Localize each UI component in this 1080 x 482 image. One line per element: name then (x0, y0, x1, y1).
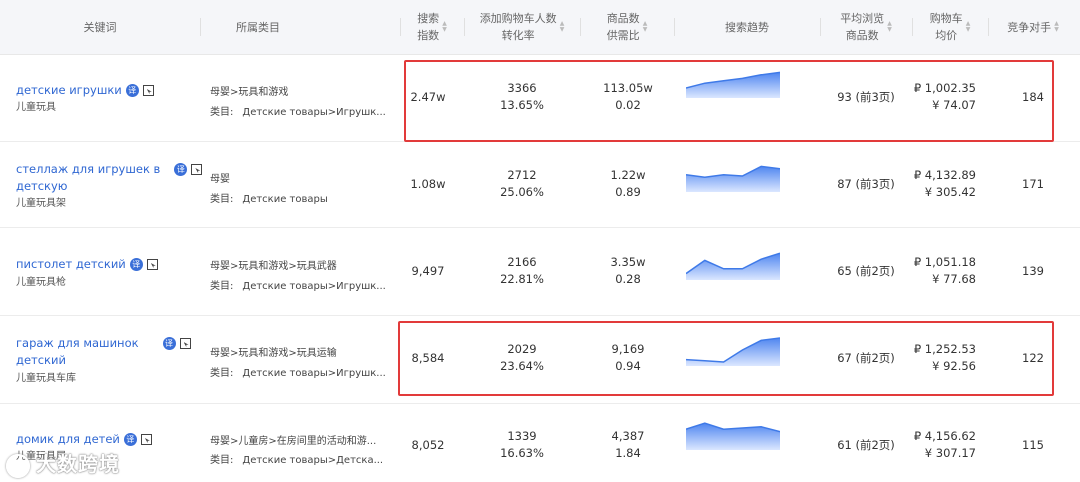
category-russian: 类目: Детские товары>Игрушк... (210, 107, 386, 118)
header-competitors-label: 竞争对手 (1007, 20, 1052, 34)
keyword-link[interactable]: детские игрушки 译 (16, 82, 154, 99)
open-link-icon[interactable] (142, 85, 154, 96)
watermark: 大数跨境 (6, 448, 120, 478)
category-path: 母婴>儿童房>在房间里的活动和游... (210, 436, 377, 447)
header-competitors[interactable]: 竞争对手 ▲ ▼ (988, 0, 1078, 54)
header-category: 所属类目 (200, 0, 316, 54)
search-index-value: 9,497 (411, 264, 445, 278)
search-index-value: 1.08w (410, 177, 446, 191)
sort-icon[interactable]: ▲ ▼ (887, 21, 892, 33)
trend-area (686, 423, 780, 450)
highlight-box (398, 321, 1054, 396)
translate-icon[interactable]: 译 (123, 433, 137, 446)
sort-icon[interactable]: ▲ ▼ (442, 21, 447, 33)
category-russian: 类目: Детские товары>Игрушк... (210, 368, 386, 379)
trend-area (686, 166, 780, 192)
category-path: 母婴>玩具和游戏>玩具武器 (210, 261, 337, 272)
table-header: 关键词 所属类目 搜索 指数 ▲ ▼ 添加购物车人数 转化率 ▲ ▼ 商品数 供需比 ▲ ▼ 搜索… (0, 0, 1080, 55)
cart-price-value: ₽ 4,132.89 ¥ 305.42 (913, 168, 976, 199)
header-trend: 搜索趋势 (674, 0, 820, 54)
header-keyword-label: 关键词 (83, 20, 117, 34)
header-cart-price-label: 购物车 均价 (929, 12, 963, 42)
search-trend-chart (686, 422, 780, 450)
sort-icon[interactable]: ▲ ▼ (1054, 21, 1059, 33)
header-cart-users-label: 添加购物车人数 转化率 (479, 12, 557, 42)
header-keyword: 关键词 (0, 0, 200, 54)
category-russian: 类目: Детские товары>Игрушк... (210, 281, 386, 292)
keyword-translation: 儿童玩具车库 (16, 373, 76, 384)
open-link-icon[interactable] (179, 338, 191, 349)
sort-icon[interactable]: ▲ ▼ (966, 21, 971, 33)
search-trend-chart (686, 252, 780, 280)
category-russian: 类目: Детские товары>Детска... (210, 455, 384, 466)
cart-users-value: 2712 25.06% (500, 168, 544, 199)
header-supply-demand-label: 商品数 供需比 (606, 12, 640, 42)
keyword-link[interactable]: домик для детей 译 (16, 431, 152, 448)
header-supply-demand[interactable]: 商品数 供需比 ▲ ▼ (580, 0, 674, 54)
supply-demand-value: 3.35w 0.28 (610, 255, 646, 286)
keyword-translation: 儿童玩具 (16, 102, 56, 113)
category-path: 母婴 (210, 174, 230, 185)
category-path: 母婴>玩具和游戏>玩具运输 (210, 348, 337, 359)
highlight-box (404, 60, 1054, 142)
search-index-value: 8,052 (411, 438, 445, 452)
avg-browse-value: 61 (前2页) (837, 438, 895, 452)
translate-icon[interactable]: 译 (129, 258, 143, 271)
translate-icon[interactable]: 译 (174, 163, 188, 176)
open-link-icon[interactable] (140, 434, 152, 445)
header-search-index[interactable]: 搜索 指数 ▲ ▼ (400, 0, 464, 54)
cart-price-value: ₽ 4,156.62 ¥ 307.17 (913, 429, 976, 460)
header-search-index-label: 搜索 指数 (417, 12, 440, 42)
header-category-label: 所属类目 (236, 20, 280, 34)
cart-users-value: 1339 16.63% (500, 429, 544, 460)
keyword-link[interactable]: гараж для машинок 译 детский (16, 335, 191, 369)
watermark-logo-icon (6, 453, 30, 478)
open-link-icon[interactable] (146, 259, 158, 270)
keyword-link[interactable]: пистолет детский 译 (16, 256, 158, 273)
avg-browse-value: 65 (前2页) (837, 264, 895, 278)
category-russian: 类目: Детские товары (210, 194, 328, 205)
keyword-link[interactable]: стеллаж для игрушек в 译 детскую (16, 161, 203, 195)
header-cart-users[interactable]: 添加购物车人数 转化率 ▲ ▼ (464, 0, 580, 54)
competitors-value: 115 (1022, 438, 1044, 452)
header-avg-browse-label: 平均浏览 商品数 (840, 12, 885, 42)
competitors-value: 171 (1022, 177, 1044, 191)
cart-users-value: 2166 22.81% (500, 255, 544, 286)
search-trend-chart (686, 165, 780, 192)
open-link-icon[interactable] (191, 164, 203, 175)
supply-demand-value: 1.22w 0.89 (610, 168, 646, 199)
supply-demand-value: 4,387 1.84 (611, 429, 645, 460)
keyword-translation: 儿童玩具架 (16, 198, 66, 209)
header-trend-label: 搜索趋势 (725, 20, 769, 34)
header-avg-browse[interactable]: 平均浏览 商品数 ▲ ▼ (820, 0, 912, 54)
keyword-translation: 儿童玩具枪 (16, 277, 66, 288)
competitors-value: 139 (1022, 264, 1044, 278)
sort-icon[interactable]: ▲ ▼ (643, 21, 648, 33)
header-cart-price[interactable]: 购物车 均价 ▲ ▼ (912, 0, 988, 54)
translate-icon[interactable]: 译 (162, 337, 176, 350)
cart-price-value: ₽ 1,051.18 ¥ 77.68 (913, 255, 976, 286)
category-path: 母婴>玩具和游戏 (210, 87, 289, 98)
translate-icon[interactable]: 译 (125, 84, 139, 97)
avg-browse-value: 87 (前3页) (837, 177, 895, 191)
sort-icon[interactable]: ▲ ▼ (560, 21, 565, 33)
